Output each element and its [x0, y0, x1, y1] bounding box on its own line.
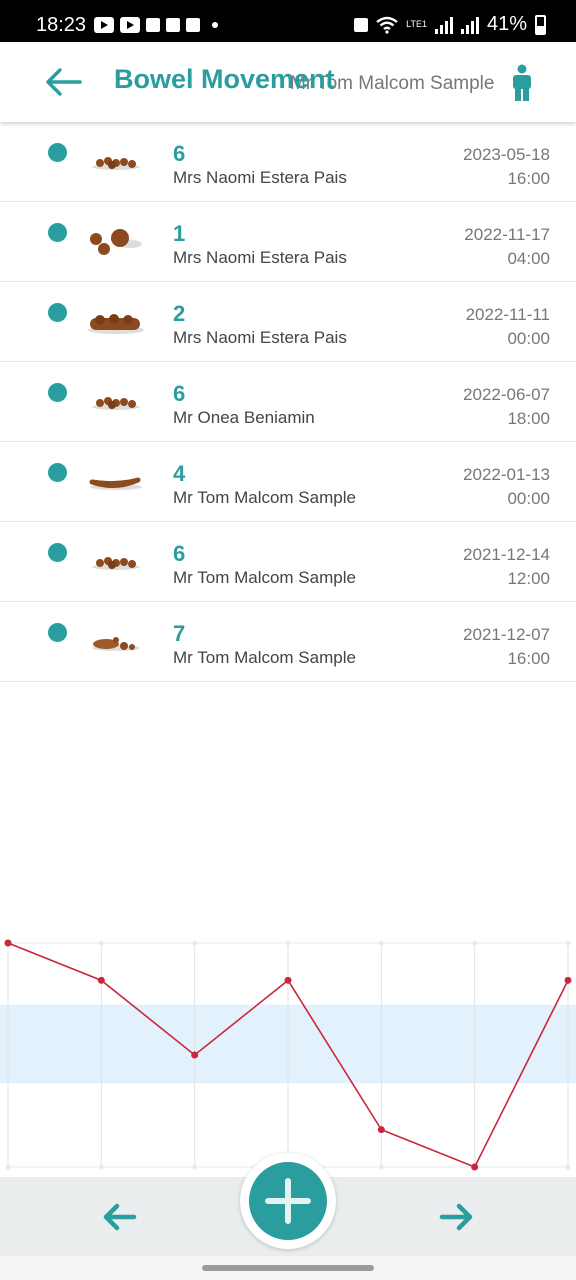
data-point [377, 1126, 385, 1134]
entry-recorded-by: Mr Tom Malcom Sample [173, 648, 356, 667]
page-title: Bowel Movement [114, 64, 335, 94]
arrow-left-icon [46, 68, 82, 96]
status-notification-icons [94, 16, 218, 34]
status-bar: 18:23 LTE1 41% [0, 0, 576, 42]
list-item[interactable]: 7 Mr Tom Malcom Sample 2021-12-07 16:00 [0, 602, 576, 682]
data-point [471, 1163, 479, 1171]
battery-icon [535, 14, 546, 35]
stool-type-icon [92, 157, 140, 170]
entry-status-dot [48, 223, 67, 242]
data-point [191, 1051, 199, 1059]
stool-type-icon [90, 229, 142, 255]
list-item[interactable]: 6 Mr Onea Beniamin 2022-06-07 18:00 [0, 362, 576, 442]
list-item[interactable]: 4 Mr Tom Malcom Sample 2022-01-13 00:00 [0, 442, 576, 522]
entry-status-dot [48, 303, 67, 322]
data-point [97, 976, 105, 984]
entry-status-dot [48, 383, 67, 402]
list-item[interactable]: 6 Mr Tom Malcom Sample 2021-12-14 12:00 [0, 522, 576, 602]
status-time: 18:23 [36, 14, 87, 36]
add-button-ring [240, 1153, 336, 1249]
home-icon [146, 18, 160, 32]
entry-recorded-by: Mr Tom Malcom Sample [173, 568, 356, 587]
entry-stool-type: 4 [173, 461, 186, 486]
bowel-movement-list: 6 Mrs Naomi Estera Pais 2023-05-18 16:00 1 Mr… [0, 122, 576, 682]
entry-stool-type: 6 [173, 381, 186, 406]
entry-status-dot [48, 623, 67, 642]
entry-stool-type: 6 [173, 141, 186, 166]
network-label: LTE1 [406, 19, 427, 29]
wifi-icon [376, 16, 398, 34]
stool-type-icon [89, 477, 142, 490]
previous-button[interactable] [100, 1197, 140, 1237]
entry-status-dot [48, 543, 67, 562]
entry-time: 18:00 [507, 409, 550, 428]
entry-time: 00:00 [507, 329, 550, 348]
entry-time: 00:00 [507, 489, 550, 508]
app-header: Mr Tom Malcom Sample Bowel Movement [0, 42, 576, 122]
list-item[interactable]: 1 Mrs Naomi Estera Pais 2022-11-17 04:00 [0, 202, 576, 282]
add-entry-button[interactable] [249, 1162, 327, 1240]
system-nav-bar [0, 1256, 576, 1280]
youtube-icon [94, 17, 114, 33]
next-button[interactable] [436, 1197, 476, 1237]
list-item[interactable]: 6 Mrs Naomi Estera Pais 2023-05-18 16:00 [0, 122, 576, 202]
entry-date: 2022-06-07 [463, 385, 550, 404]
entry-date: 2023-05-18 [463, 145, 550, 164]
stool-type-chart [0, 930, 576, 1180]
data-point [284, 976, 292, 984]
data-point [4, 939, 12, 947]
arrow-left-icon [103, 1203, 137, 1231]
camera-icon [166, 18, 180, 32]
back-button[interactable] [40, 62, 88, 102]
entry-stool-type: 1 [173, 221, 186, 246]
entry-date: 2022-11-11 [465, 305, 550, 324]
plus-icon [265, 1178, 311, 1224]
entry-time: 16:00 [507, 169, 550, 188]
entry-date: 2021-12-07 [463, 625, 550, 644]
entry-status-dot [48, 463, 67, 482]
entry-status-dot [48, 143, 67, 162]
entry-time: 04:00 [507, 249, 550, 268]
entry-recorded-by: Mr Onea Beniamin [173, 408, 315, 427]
home-indicator[interactable] [202, 1265, 374, 1271]
status-system-icons: LTE1 41% [354, 13, 546, 36]
entry-date: 2022-11-17 [464, 225, 550, 244]
signal-icon [434, 16, 453, 34]
chart-svg [0, 939, 576, 1171]
entry-recorded-by: Mrs Naomi Estera Pais [173, 168, 347, 187]
image-icon [186, 18, 200, 32]
stool-type-icon [92, 557, 140, 570]
entry-stool-type: 7 [173, 621, 186, 646]
entry-stool-type: 6 [173, 541, 186, 566]
patient-selector-button[interactable] [508, 64, 536, 102]
signal-icon [460, 16, 479, 34]
entry-time: 12:00 [507, 569, 550, 588]
cast-icon [354, 17, 369, 32]
stool-type-icon [88, 314, 144, 334]
battery-percent: 41% [486, 13, 527, 35]
dot-icon [212, 22, 218, 28]
entry-recorded-by: Mr Tom Malcom Sample [173, 488, 356, 507]
list-item[interactable]: 2 Mrs Naomi Estera Pais 2022-11-11 00:00 [0, 282, 576, 362]
youtube-icon [120, 17, 140, 33]
person-icon [513, 64, 531, 101]
data-point [564, 976, 572, 984]
stool-type-icon [92, 637, 140, 651]
entry-recorded-by: Mrs Naomi Estera Pais [173, 248, 347, 267]
stool-type-icon [92, 397, 140, 410]
entry-time: 16:00 [507, 649, 550, 668]
entry-date: 2021-12-14 [463, 545, 550, 564]
entry-stool-type: 2 [173, 301, 186, 326]
entry-date: 2022-01-13 [463, 465, 550, 484]
entry-recorded-by: Mrs Naomi Estera Pais [173, 328, 347, 347]
arrow-right-icon [439, 1203, 473, 1231]
